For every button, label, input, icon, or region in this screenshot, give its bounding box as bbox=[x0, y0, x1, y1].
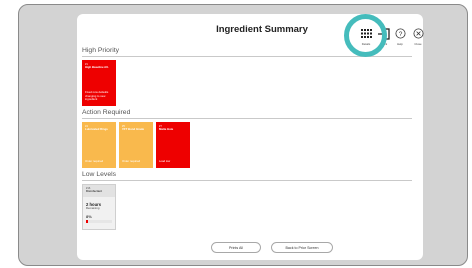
ingredient-card[interactable]: #5 VFT Bond Grade Order required bbox=[119, 122, 153, 168]
highlight-ring bbox=[344, 14, 387, 57]
section-title-action-required: Action Required bbox=[82, 109, 131, 116]
ingredient-card[interactable]: #1 High Baseline Alt. Fixed now defaults… bbox=[82, 60, 116, 106]
card-note: Order required bbox=[122, 159, 141, 164]
card-note: Load low bbox=[159, 159, 171, 164]
level-bar-fill bbox=[86, 220, 89, 224]
level-bar bbox=[86, 220, 112, 224]
ingredient-card[interactable]: #16 Disinfectant 2 hours Remaining 8% bbox=[82, 184, 116, 230]
card-header: #16 Disinfectant bbox=[83, 185, 115, 197]
card-id: #16 bbox=[86, 187, 91, 190]
panel-title: Ingredient Summary bbox=[216, 24, 308, 35]
card-percent: 8% bbox=[86, 214, 92, 220]
section-title-low-levels: Low Levels bbox=[82, 171, 117, 178]
divider bbox=[82, 180, 412, 181]
close-button[interactable]: Close bbox=[407, 26, 429, 46]
card-name: High Baseline Alt. bbox=[85, 65, 109, 70]
close-icon bbox=[407, 26, 429, 41]
card-note: Order required bbox=[85, 159, 104, 164]
window-frame: Ingredient Summary Details Back ? Help C… bbox=[18, 4, 468, 266]
back-to-prior-screen-button[interactable]: Back to Prior Screen bbox=[271, 242, 333, 253]
print-all-button[interactable]: Prints All bbox=[211, 242, 261, 253]
card-name: Matte Hole bbox=[159, 127, 174, 132]
section-title-high-priority: High Priority bbox=[82, 47, 120, 54]
card-subtext: Remaining bbox=[86, 206, 100, 211]
card-id: #7 bbox=[159, 125, 162, 128]
divider bbox=[82, 118, 412, 119]
card-id: #4 bbox=[85, 125, 88, 128]
card-name: VFT Bond Grade bbox=[122, 127, 145, 132]
close-label: Close bbox=[414, 42, 422, 46]
ingredient-card[interactable]: #7 Matte Hole Load low bbox=[156, 122, 190, 168]
card-note: Fixed now defaults changing to new ingre… bbox=[85, 90, 109, 102]
card-name: Lubricated Rings bbox=[85, 127, 108, 132]
svg-text:?: ? bbox=[398, 31, 402, 38]
card-name: Disinfectant bbox=[86, 189, 103, 194]
ingredient-card[interactable]: #4 Lubricated Rings Order required bbox=[82, 122, 116, 168]
card-id: #1 bbox=[85, 63, 88, 66]
card-id: #5 bbox=[122, 125, 125, 128]
